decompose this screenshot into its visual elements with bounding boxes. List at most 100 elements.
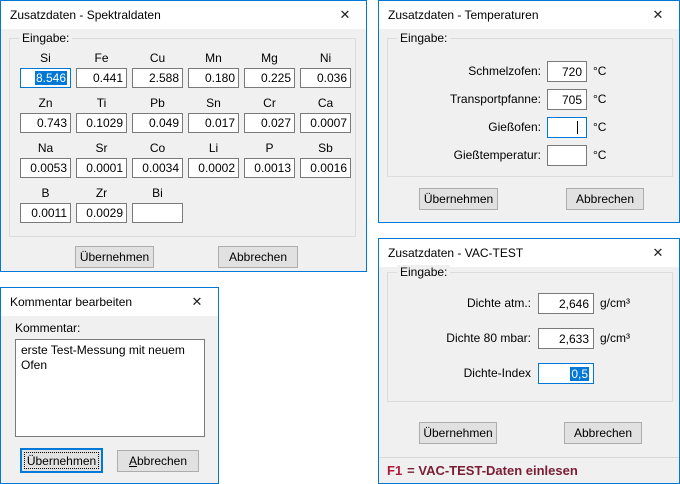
uebernehmen-button[interactable]: Übernehmen [20, 448, 103, 473]
selected-text: 0,5 [570, 367, 589, 381]
dichte-80mbar-label: Dichte 80 mbar: [387, 331, 531, 345]
uebernehmen-button[interactable]: Übernehmen [419, 188, 498, 210]
f1-key-label: F1 [387, 463, 402, 478]
giessofen-label: Gießofen: [387, 120, 541, 134]
element-input-mg[interactable]: 0.225 [244, 68, 295, 88]
element-input-ni[interactable]: 0.036 [300, 68, 351, 88]
abbrechen-button[interactable]: Abbrechen [218, 246, 298, 268]
element-field-p: P 0.0013 [244, 141, 295, 178]
schmelzofen-input[interactable]: 720 [547, 61, 587, 82]
transportpfanne-input[interactable]: 705 [547, 89, 587, 110]
element-field-ca: Ca 0.0007 [300, 96, 351, 133]
element-label-mg: Mg [244, 51, 295, 68]
element-input-sr[interactable]: 0.0001 [76, 158, 127, 178]
element-input-li[interactable]: 0.0002 [188, 158, 239, 178]
element-field-zn: Zn 0.743 [20, 96, 71, 133]
kommentar-label: Kommentar: [15, 321, 80, 335]
uebernehmen-button[interactable]: Übernehmen [419, 422, 497, 444]
element-field-cu: Cu 2.588 [132, 51, 183, 88]
element-input-pb[interactable]: 0.049 [132, 113, 183, 133]
element-label-ni: Ni [300, 51, 351, 68]
element-input-co[interactable]: 0.0034 [132, 158, 183, 178]
transportpfanne-row: Transportpfanne: 705 °C [387, 88, 606, 110]
kommentar-textarea[interactable]: erste Test-Messung mit neuem Ofen [15, 339, 205, 437]
unit-label: °C [593, 64, 606, 78]
giessofen-input[interactable] [547, 117, 587, 138]
element-label-mn: Mn [188, 51, 239, 68]
element-input-p[interactable]: 0.0013 [244, 158, 295, 178]
group-label: Eingabe: [397, 265, 450, 279]
element-label-ti: Ti [76, 96, 127, 113]
element-field-cr: Cr 0.027 [244, 96, 295, 133]
element-label-ca: Ca [300, 96, 351, 113]
element-label-bi: Bi [132, 186, 183, 203]
close-icon[interactable]: ✕ [176, 288, 218, 315]
titlebar[interactable]: Kommentar bearbeiten ✕ [1, 288, 218, 316]
element-label-sb: Sb [300, 141, 351, 158]
dialog-title: Zusatzdaten - Spektraldaten [10, 8, 161, 22]
uebernehmen-button[interactable]: Übernehmen [75, 246, 154, 268]
eingabe-group: Eingabe: Si 8.546 Fe 0.441 Cu 2.588 Mn 0… [9, 38, 356, 237]
kommentar-dialog: Kommentar bearbeiten ✕ Kommentar: erste … [0, 287, 219, 484]
element-input-sb[interactable]: 0.0016 [300, 158, 351, 178]
status-bar: F1 = VAC-TEST-Daten einlesen [379, 457, 679, 483]
close-icon[interactable]: ✕ [637, 239, 679, 266]
titlebar[interactable]: Zusatzdaten - Temperaturen ✕ [379, 1, 679, 29]
element-label-cu: Cu [132, 51, 183, 68]
element-input-sn[interactable]: 0.017 [188, 113, 239, 133]
element-field-li: Li 0.0002 [188, 141, 239, 178]
element-label-p: P [244, 141, 295, 158]
element-label-cr: Cr [244, 96, 295, 113]
element-label-zn: Zn [20, 96, 71, 113]
element-input-cu[interactable]: 2.588 [132, 68, 183, 88]
element-input-si[interactable]: 8.546 [20, 68, 71, 88]
button-label-rest: bbrechen [137, 454, 187, 468]
dichte-atm-input[interactable]: 2,646 [538, 293, 594, 314]
element-input-zr[interactable]: 0.0029 [76, 203, 127, 223]
element-field-co: Co 0.0034 [132, 141, 183, 178]
abbrechen-button[interactable]: Abbrechen [117, 450, 199, 472]
titlebar[interactable]: Zusatzdaten - Spektraldaten ✕ [1, 1, 366, 29]
abbrechen-button[interactable]: Abbrechen [566, 188, 644, 210]
dialog-title: Zusatzdaten - VAC-TEST [388, 246, 523, 260]
element-input-ti[interactable]: 0.1029 [76, 113, 127, 133]
element-input-zn[interactable]: 0.743 [20, 113, 71, 133]
abbrechen-button[interactable]: Abbrechen [564, 422, 642, 444]
element-input-bi[interactable] [132, 203, 183, 223]
unit-label: °C [593, 120, 606, 134]
element-field-sb: Sb 0.0016 [300, 141, 351, 178]
element-input-na[interactable]: 0.0053 [20, 158, 71, 178]
dialog-title: Zusatzdaten - Temperaturen [388, 8, 539, 22]
element-field-sn: Sn 0.017 [188, 96, 239, 133]
titlebar[interactable]: Zusatzdaten - VAC-TEST ✕ [379, 239, 679, 267]
element-input-cr[interactable]: 0.027 [244, 113, 295, 133]
element-input-ca[interactable]: 0.0007 [300, 113, 351, 133]
element-label-pb: Pb [132, 96, 183, 113]
accesskey-letter: A [129, 454, 137, 468]
element-label-na: Na [20, 141, 71, 158]
element-input-b[interactable]: 0.0011 [20, 203, 71, 223]
dichte-index-input[interactable]: 0,5 [538, 363, 594, 384]
element-input-mn[interactable]: 0.180 [188, 68, 239, 88]
close-icon[interactable]: ✕ [637, 1, 679, 28]
element-field-zr: Zr 0.0029 [76, 186, 127, 223]
element-label-li: Li [188, 141, 239, 158]
vactest-dialog: Zusatzdaten - VAC-TEST ✕ Eingabe: Dichte… [378, 238, 680, 484]
spektraldaten-dialog: Zusatzdaten - Spektraldaten ✕ Eingabe: S… [0, 0, 367, 272]
element-field-mn: Mn 0.180 [188, 51, 239, 88]
group-label: Eingabe: [397, 31, 450, 45]
element-field-na: Na 0.0053 [20, 141, 71, 178]
giesstemperatur-input[interactable] [547, 145, 587, 166]
element-input-fe[interactable]: 0.441 [76, 68, 127, 88]
close-icon[interactable]: ✕ [324, 1, 366, 28]
dichte-atm-label: Dichte atm.: [387, 296, 531, 310]
element-field-si: Si 8.546 [20, 51, 71, 88]
selected-text: 8.546 [35, 71, 67, 85]
dichte-80mbar-input[interactable]: 2,633 [538, 328, 594, 349]
dichte-index-row: Dichte-Index 0,5 [387, 362, 600, 384]
dichte-atm-row: Dichte atm.: 2,646 g/cm³ [387, 292, 630, 314]
giesstemperatur-label: Gießtemperatur: [387, 148, 541, 162]
element-field-ti: Ti 0.1029 [76, 96, 127, 133]
element-field-pb: Pb 0.049 [132, 96, 183, 133]
status-hint-text: = VAC-TEST-Daten einlesen [407, 463, 578, 478]
